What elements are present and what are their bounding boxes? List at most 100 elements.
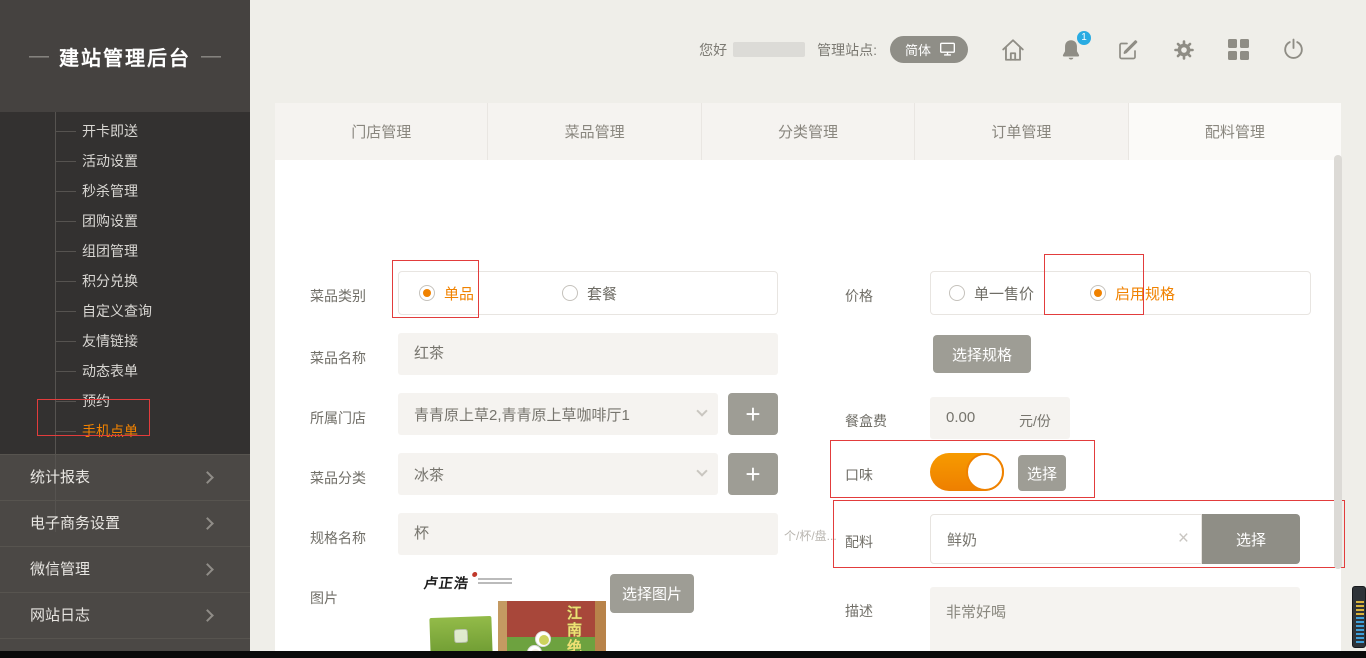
language-preview-button[interactable]: 简体	[890, 36, 968, 63]
app-title: — 建站管理后台 —	[0, 0, 250, 112]
power-icon	[1281, 37, 1306, 62]
sidebar-item-dynamic-form[interactable]: 动态表单	[0, 356, 250, 386]
add-class-button[interactable]: +	[728, 453, 778, 495]
section-label: 微信管理	[30, 561, 90, 578]
flavor-toggle[interactable]	[930, 453, 1004, 491]
clear-icon[interactable]: ×	[1178, 528, 1189, 550]
chevron-right-icon	[201, 609, 214, 622]
tab-dish-mgmt[interactable]: 菜品管理	[488, 103, 701, 160]
sidebar-sections: 统计报表 电子商务设置 微信管理 网站日志	[0, 454, 250, 658]
ingredient-input[interactable]: 鲜奶 ×	[930, 514, 1202, 564]
radio-icon	[562, 285, 578, 301]
scrollbar-thumb[interactable]	[1334, 155, 1342, 569]
dish-class-select[interactable]: 冰茶	[398, 453, 718, 495]
store-select-value: 青青原上草2,青青原上草咖啡厅1	[414, 404, 630, 425]
dish-category-radio-group: 单品 套餐	[398, 271, 778, 315]
tab-bar: 门店管理 菜品管理 分类管理 订单管理 配料管理	[275, 103, 1341, 160]
store-label: 所属门店	[310, 408, 366, 428]
sidebar-item-wechat-mgmt[interactable]: 微信管理	[0, 546, 250, 592]
dish-image-preview: 卢正浩 江南绝	[420, 569, 612, 658]
sidebar-item-custom-query[interactable]: 自定义查询	[0, 296, 250, 326]
greeting-text: 您好	[699, 40, 727, 60]
store-select[interactable]: 青青原上草2,青青原上草咖啡厅1	[398, 393, 718, 435]
ingredient-value: 鲜奶	[947, 529, 977, 550]
logout-button[interactable]	[1281, 37, 1306, 62]
section-label: 电子商务设置	[30, 515, 120, 532]
edge-widget[interactable]	[1352, 586, 1366, 648]
toggle-knob	[966, 453, 1004, 491]
sidebar-item-groupbuy[interactable]: 团购设置	[0, 206, 250, 236]
edit-button[interactable]	[1116, 38, 1140, 62]
box-fee-unit: 元/份	[1019, 411, 1051, 431]
tea-crate-image: 江南绝	[498, 601, 606, 658]
manage-site-label: 管理站点:	[817, 40, 877, 60]
flavor-label: 口味	[845, 465, 873, 485]
top-header: 您好 管理站点: 简体 1	[250, 0, 1366, 103]
tab-ingredient-mgmt[interactable]: 配料管理	[1129, 103, 1341, 160]
radio-enable-spec[interactable]: 启用规格	[1090, 283, 1175, 304]
main-panel: 门店管理 菜品管理 分类管理 订单管理 配料管理 菜品类别 单品 套餐 菜品名称…	[275, 103, 1341, 651]
tab-store-mgmt[interactable]: 门店管理	[275, 103, 488, 160]
chevron-right-icon	[201, 517, 214, 530]
radio-label: 单一售价	[974, 283, 1034, 304]
add-store-button[interactable]: +	[728, 393, 778, 435]
price-radio-group: 单一售价 启用规格	[930, 271, 1311, 315]
sidebar-item-seckill[interactable]: 秒杀管理	[0, 176, 250, 206]
section-label: 统计报表	[30, 469, 90, 486]
sidebar-item-group-mgmt[interactable]: 组团管理	[0, 236, 250, 266]
tab-order-mgmt[interactable]: 订单管理	[915, 103, 1128, 160]
bottom-black-bar	[0, 651, 1366, 658]
notifications-button[interactable]: 1	[1058, 37, 1084, 63]
apps-button[interactable]	[1228, 39, 1249, 60]
price-label: 价格	[845, 286, 873, 306]
description-textarea[interactable]: 非常好喝	[930, 587, 1300, 658]
choose-spec-button[interactable]: 选择规格	[933, 335, 1031, 373]
sidebar-item-site-log[interactable]: 网站日志	[0, 592, 250, 638]
sidebar-item-links[interactable]: 友情链接	[0, 326, 250, 356]
spec-name-hint: 个/杯/盘...	[784, 527, 837, 544]
radio-label: 单品	[444, 283, 474, 304]
dish-name-input[interactable]: 红茶	[398, 333, 778, 375]
language-label: 简体	[905, 40, 931, 59]
choose-image-button[interactable]: 选择图片	[610, 574, 694, 613]
title-dash-left: —	[29, 45, 49, 68]
monitor-icon	[939, 42, 956, 57]
dish-edit-form: 菜品类别 单品 套餐 菜品名称 红茶 所属门店 青青原上草2,青青原上草咖啡厅1…	[275, 160, 1341, 651]
flavor-choose-button[interactable]: 选择	[1018, 455, 1066, 491]
crate-text: 江南绝	[563, 605, 584, 656]
sidebar-item-activity[interactable]: 活动设置	[0, 146, 250, 176]
tab-category-mgmt[interactable]: 分类管理	[702, 103, 915, 160]
ingredient-label: 配料	[845, 532, 873, 552]
dish-class-value: 冰茶	[414, 464, 444, 485]
settings-button[interactable]	[1172, 38, 1196, 62]
edit-icon	[1116, 38, 1140, 62]
image-label: 图片	[310, 588, 338, 608]
radio-label: 套餐	[587, 283, 617, 304]
description-label: 描述	[845, 601, 873, 621]
chevron-right-icon	[201, 563, 214, 576]
sidebar-item-ecommerce-settings[interactable]: 电子商务设置	[0, 500, 250, 546]
chevron-down-icon	[696, 465, 707, 476]
radio-icon	[949, 285, 965, 301]
sidebar-item-stats-report[interactable]: 统计报表	[0, 454, 250, 500]
sidebar-item-points[interactable]: 积分兑换	[0, 266, 250, 296]
radio-icon	[1090, 285, 1106, 301]
notification-badge: 1	[1077, 31, 1091, 45]
title-dash-right: —	[201, 45, 221, 68]
radio-single-price[interactable]: 单一售价	[949, 283, 1034, 304]
dish-category-label: 菜品类别	[310, 286, 366, 306]
brand-logo-subtext	[478, 578, 512, 584]
sidebar-item-card-gift[interactable]: 开卡即送	[0, 116, 250, 146]
ingredient-choose-button[interactable]: 选择	[1202, 514, 1300, 564]
radio-icon	[419, 285, 435, 301]
radio-set-meal[interactable]: 套餐	[562, 283, 617, 304]
grid-icon	[1228, 39, 1249, 60]
dish-name-label: 菜品名称	[310, 348, 366, 368]
username-redacted	[733, 42, 805, 57]
radio-label: 启用规格	[1115, 283, 1175, 304]
spec-name-input[interactable]: 杯	[398, 513, 778, 555]
home-button[interactable]	[1000, 37, 1026, 63]
radio-single-item[interactable]: 单品	[419, 283, 474, 304]
spec-name-label: 规格名称	[310, 528, 366, 548]
box-fee-label: 餐盒费	[845, 411, 887, 431]
